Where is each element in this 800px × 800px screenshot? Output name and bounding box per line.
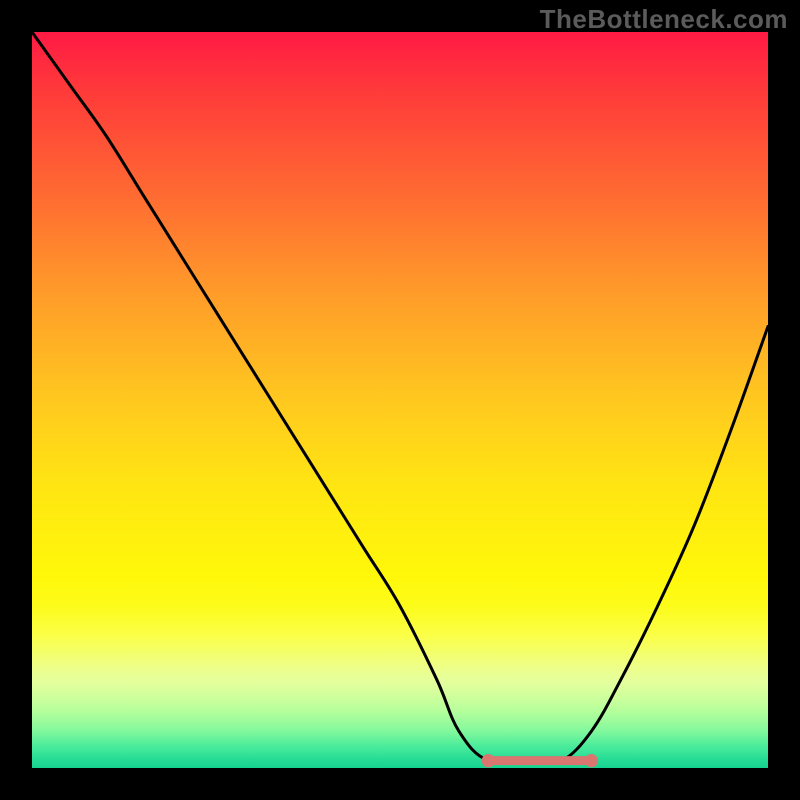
plot-gradient-background	[32, 32, 768, 768]
chart-frame: TheBottleneck.com	[0, 0, 800, 800]
watermark-text: TheBottleneck.com	[540, 4, 788, 35]
